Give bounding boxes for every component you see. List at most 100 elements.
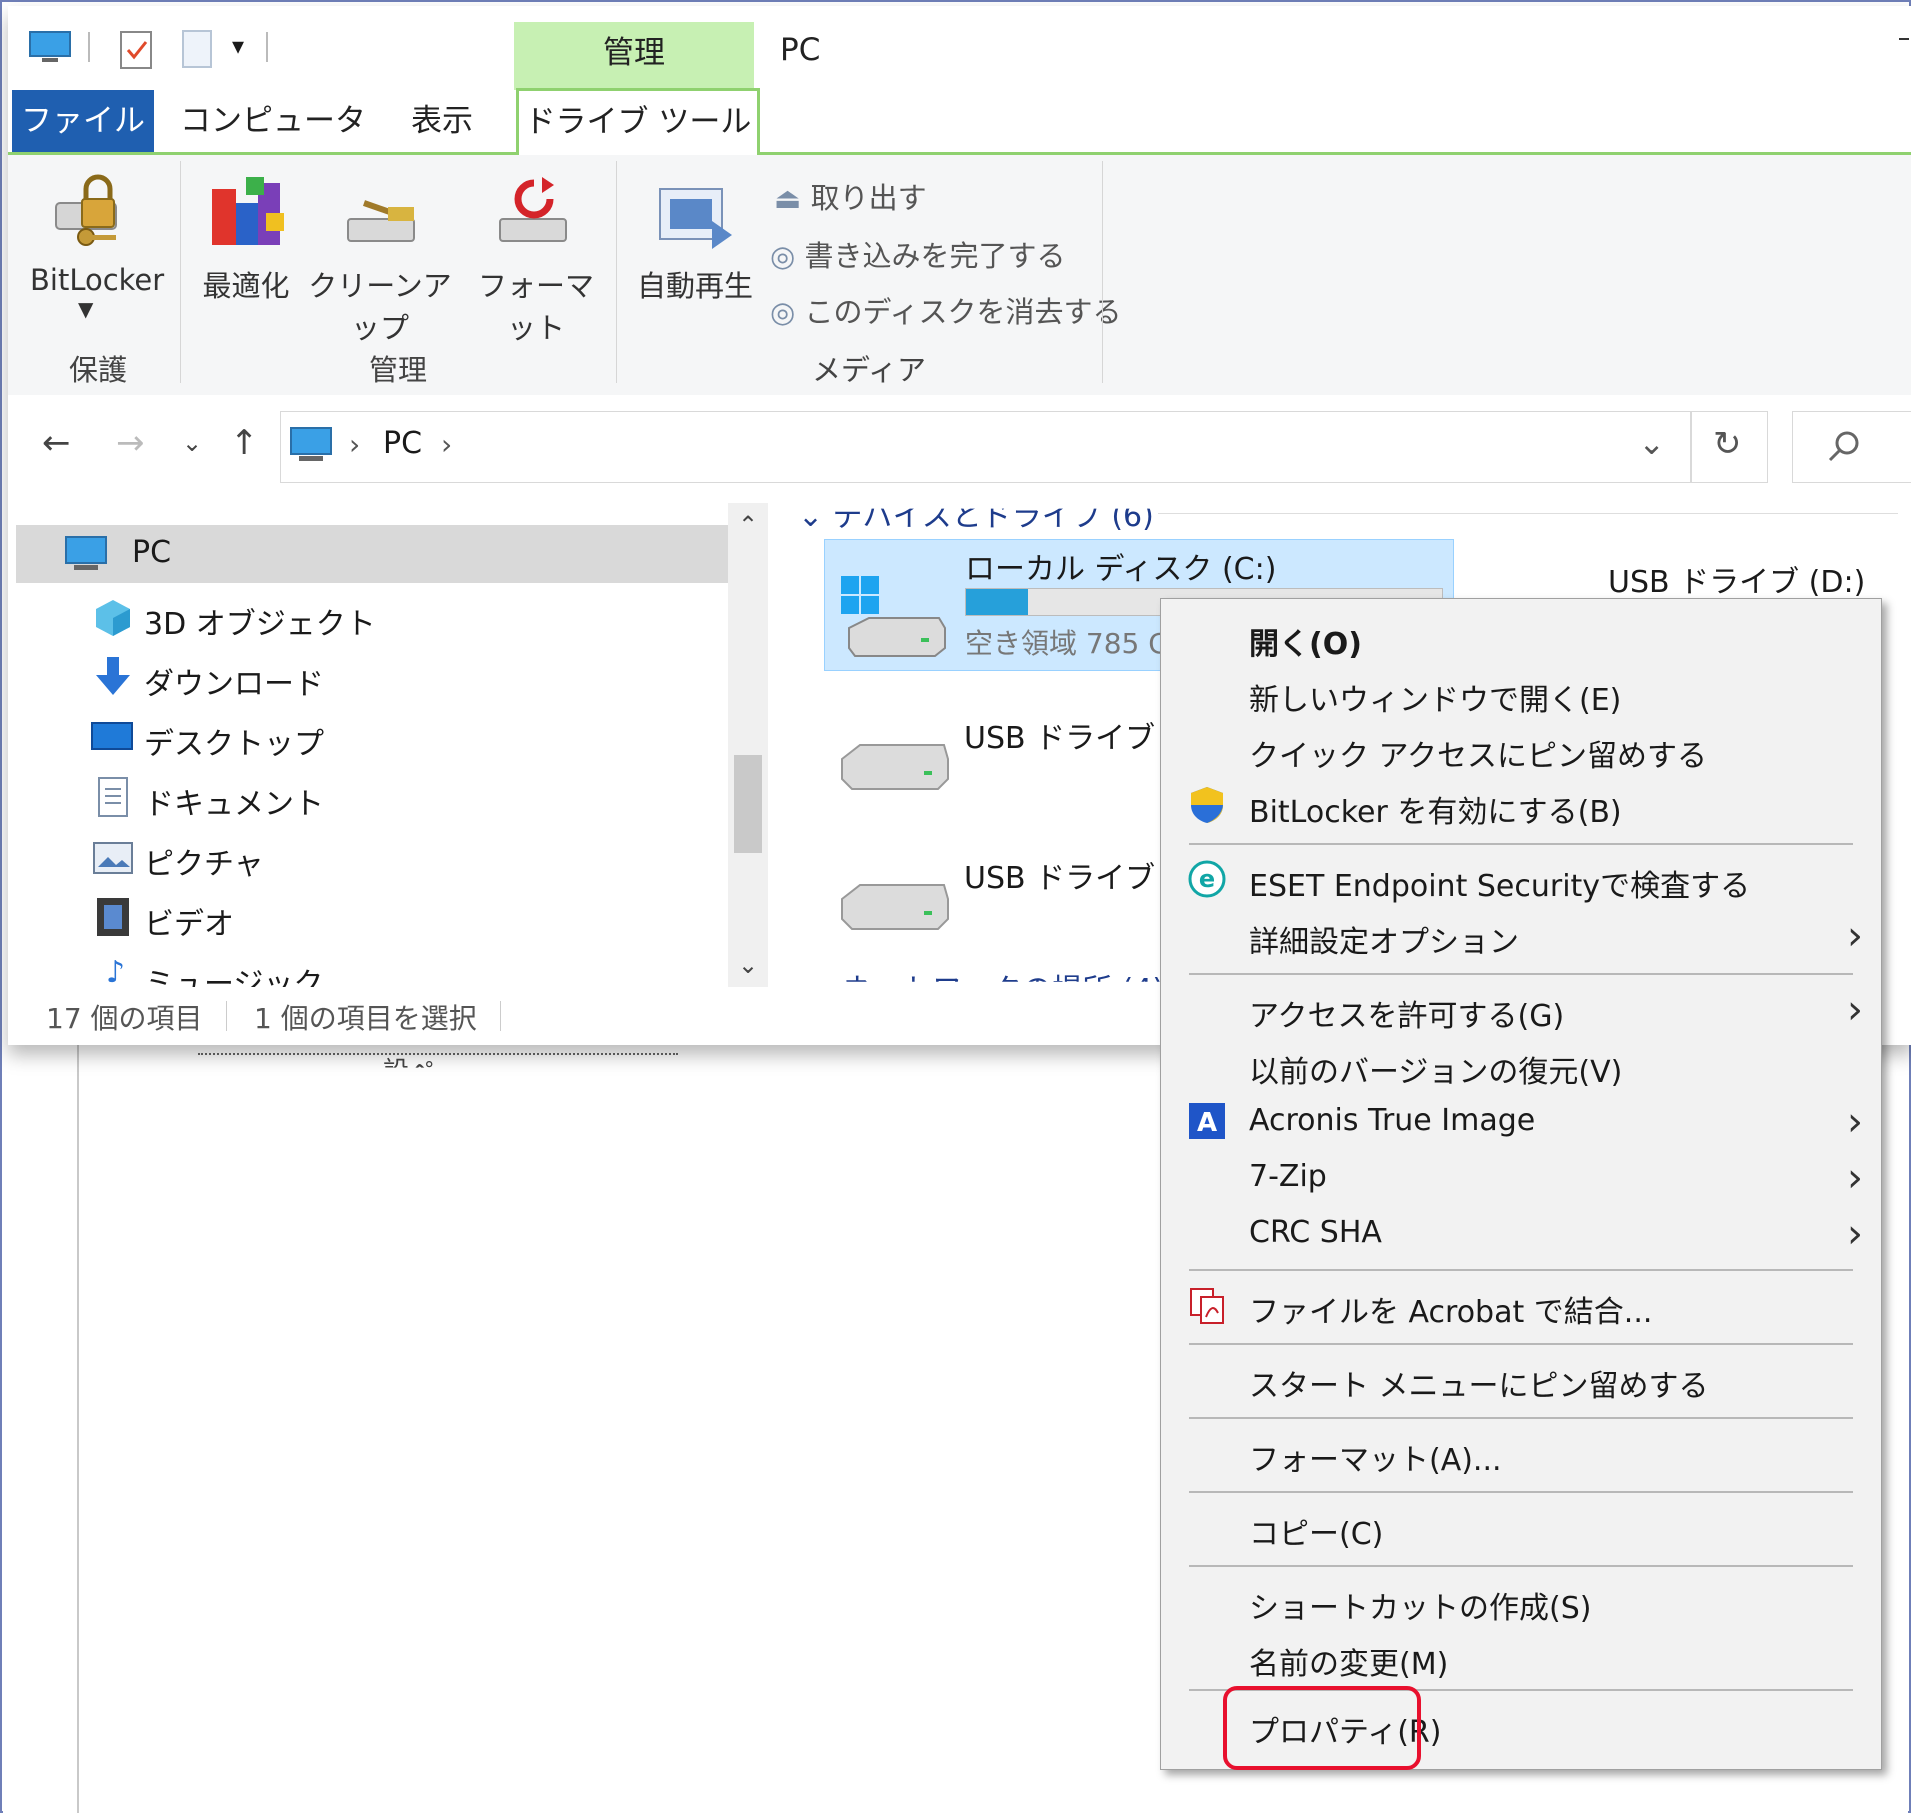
- breadcrumb-pc[interactable]: PC: [383, 426, 422, 461]
- properties-highlight-box: [1223, 1686, 1421, 1770]
- recent-locations-chevron-icon[interactable]: ⌄: [182, 429, 202, 457]
- usb-drive-icon: [841, 884, 949, 930]
- menu-7zip[interactable]: 7-Zip ›: [1161, 1149, 1881, 1205]
- tab-drive-tools[interactable]: ドライブ ツール: [516, 88, 760, 155]
- pc-icon[interactable]: [28, 30, 72, 66]
- menu-bitlocker-enable[interactable]: BitLocker を有効にする(B): [1161, 777, 1881, 833]
- properties-checkmark-icon[interactable]: [118, 26, 154, 70]
- qa-separator: [88, 32, 90, 62]
- cleanup-icon: [347, 200, 415, 242]
- selected-count: 1 個の項目を選択: [254, 1002, 477, 1035]
- menu-format[interactable]: フォーマット(A)...: [1161, 1425, 1881, 1481]
- submenu-arrow-icon: ›: [1847, 987, 1863, 1033]
- nav-item-3d-objects[interactable]: 3D オブジェクト: [8, 589, 728, 647]
- address-bar[interactable]: › PC › ⌄: [280, 411, 1692, 483]
- download-icon: [96, 657, 130, 695]
- menu-pin-start[interactable]: スタート メニューにピン留めする: [1161, 1351, 1881, 1407]
- menu-separator: [1189, 1343, 1853, 1345]
- title-bar: ▾ 管理 PC: [8, 6, 1911, 92]
- up-icon[interactable]: ↑: [230, 423, 259, 463]
- menu-pin-quick-access[interactable]: クイック アクセスにピン留めする: [1161, 721, 1881, 777]
- nav-item-desktop[interactable]: デスクトップ: [8, 709, 728, 767]
- bitlocker-icon: [55, 174, 117, 246]
- back-icon[interactable]: ←: [42, 423, 71, 463]
- group-protect-label: 保護: [68, 353, 127, 387]
- group-separator: [616, 161, 617, 383]
- status-separator: [226, 1001, 227, 1031]
- status-separator: [500, 1001, 501, 1031]
- nav-item-videos[interactable]: ビデオ: [8, 889, 728, 947]
- menu-acrobat-combine[interactable]: ファイルを Acrobat で結合...: [1161, 1277, 1881, 1333]
- nav-pane-scrollbar[interactable]: ⌃ ⌄: [728, 503, 768, 987]
- section-header-network[interactable]: ネットワークの場所 (4): [842, 965, 1164, 982]
- nav-item-music[interactable]: ♪ ミュージック: [8, 949, 728, 987]
- nav-item-pc[interactable]: PC: [16, 525, 734, 583]
- minimize-icon[interactable]: [1899, 38, 1909, 40]
- scroll-down-icon[interactable]: ⌄: [738, 951, 758, 979]
- section-header-devices[interactable]: ⌄ デバイスとドライブ (6): [798, 509, 1154, 535]
- picture-icon: [93, 842, 133, 874]
- refresh-icon: ↻: [1713, 424, 1742, 464]
- format-button[interactable]: フォーマット: [466, 263, 606, 347]
- erase-disc-button[interactable]: ◎ このディスクを消去する: [770, 289, 1122, 331]
- scrollbar-thumb[interactable]: [734, 755, 762, 853]
- menu-eset-scan[interactable]: e ESET Endpoint Securityで検査する: [1161, 851, 1881, 907]
- refresh-button[interactable]: ↻: [1690, 411, 1768, 483]
- forward-icon[interactable]: →: [116, 423, 145, 463]
- format-icon: [499, 177, 567, 242]
- acrobat-icon: [1190, 1288, 1224, 1324]
- partially-hidden-text: 設ペー: [383, 1057, 462, 1087]
- nav-item-pictures[interactable]: ピクチャ: [8, 829, 728, 887]
- scroll-up-icon[interactable]: ⌃: [738, 511, 758, 539]
- optimize-button[interactable]: 最適化: [196, 263, 296, 305]
- menu-rename[interactable]: 名前の変更(M): [1161, 1629, 1881, 1685]
- pc-icon: [65, 536, 107, 570]
- menu-separator: [1189, 843, 1853, 845]
- disc-erase-icon: ◎: [770, 295, 796, 329]
- item-count: 17 個の項目: [46, 1002, 203, 1035]
- drive-name: ローカル ディスク (C:): [965, 552, 1277, 587]
- new-folder-icon[interactable]: [180, 28, 214, 70]
- submenu-arrow-icon: ›: [1847, 1155, 1863, 1201]
- bitlocker-button[interactable]: BitLocker: [30, 263, 164, 297]
- nav-item-documents[interactable]: ドキュメント: [8, 769, 728, 827]
- menu-open[interactable]: 開く(O): [1161, 609, 1881, 665]
- desktop-icon: [91, 722, 133, 750]
- drive-d-name[interactable]: USB ドライブ (D:): [1608, 557, 1865, 601]
- tab-file[interactable]: ファイル: [12, 90, 154, 152]
- menu-separator: [1189, 1565, 1853, 1567]
- menu-advanced-options[interactable]: 詳細設定オプション ›: [1161, 907, 1881, 963]
- autoplay-button[interactable]: 自動再生: [630, 263, 760, 305]
- nav-item-downloads[interactable]: ダウンロード: [8, 649, 728, 707]
- breadcrumb-separator-icon: ›: [441, 428, 453, 461]
- address-dropdown-icon[interactable]: ⌄: [1638, 424, 1665, 462]
- customize-qa-dropdown-icon[interactable]: ▾: [232, 32, 244, 60]
- menu-separator: [1189, 973, 1853, 975]
- cube-icon: [96, 600, 130, 636]
- menu-copy[interactable]: コピー(C): [1161, 1499, 1881, 1555]
- bitlocker-dropdown-icon[interactable]: ▼: [78, 297, 93, 321]
- menu-restore-versions[interactable]: 以前のバージョンの復元(V): [1161, 1037, 1881, 1093]
- search-icon: [1828, 431, 1859, 462]
- document-icon: [98, 777, 128, 817]
- breadcrumb-separator-icon: ›: [349, 428, 361, 461]
- menu-give-access[interactable]: アクセスを許可する(G) ›: [1161, 981, 1881, 1037]
- eject-button[interactable]: ⏏ 取り出す: [774, 175, 927, 217]
- menu-acronis[interactable]: A Acronis True Image ›: [1161, 1093, 1881, 1149]
- menu-open-new-window[interactable]: 新しいウィンドウで開く(E): [1161, 665, 1881, 721]
- optimize-icon: [212, 177, 284, 245]
- group-media-label: メディア: [812, 353, 926, 387]
- menu-separator: [1189, 1491, 1853, 1493]
- tab-view[interactable]: 表示: [402, 90, 482, 152]
- menu-create-shortcut[interactable]: ショートカットの作成(S): [1161, 1573, 1881, 1629]
- cleanup-button[interactable]: クリーンアップ: [300, 263, 460, 347]
- group-separator: [1102, 161, 1103, 383]
- uac-shield-icon: [1191, 787, 1223, 823]
- finish-burning-button[interactable]: ◎ 書き込みを完了する: [770, 233, 1066, 275]
- search-box[interactable]: [1792, 411, 1911, 483]
- submenu-arrow-icon: ›: [1847, 1211, 1863, 1257]
- eject-icon: ⏏: [774, 181, 802, 215]
- menu-crc-sha[interactable]: CRC SHA ›: [1161, 1205, 1881, 1261]
- autoplay-icon: [659, 188, 732, 249]
- tab-computer[interactable]: コンピューター: [178, 90, 368, 201]
